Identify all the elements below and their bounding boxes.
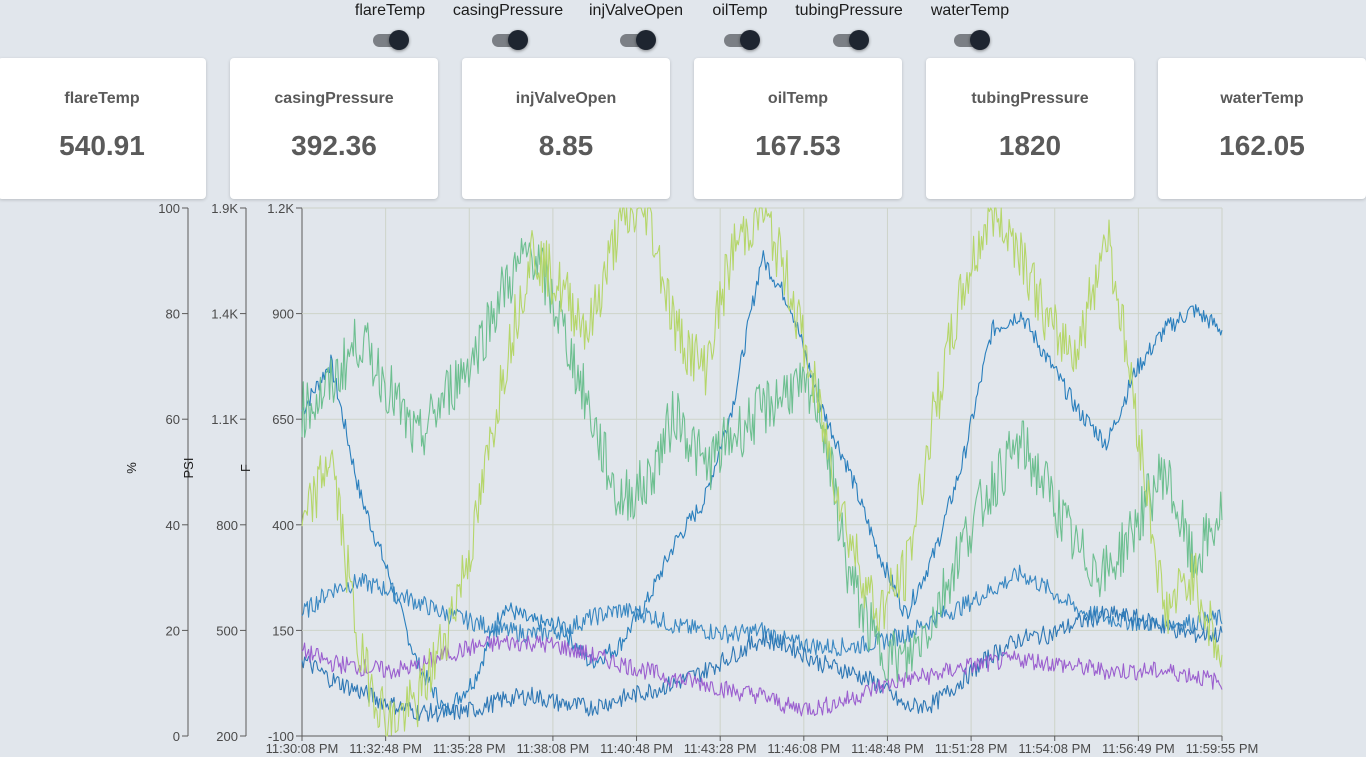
time-series-chart[interactable]: 020406080100%2005008001.1K1.4K1.9KPSI-10… bbox=[0, 200, 1366, 757]
oiltemp-switch[interactable] bbox=[724, 30, 760, 50]
x-tick-label: 11:35:28 PM bbox=[433, 741, 506, 756]
switch-knob bbox=[636, 30, 656, 50]
card-value: 8.85 bbox=[538, 130, 594, 161]
y-tick-label-percent: 80 bbox=[166, 307, 180, 322]
toggle-label: oilTemp bbox=[712, 2, 768, 19]
y-axis-title-psi: PSI bbox=[181, 458, 196, 479]
metric-card-casingpressure: casingPressure 392.36 bbox=[230, 58, 438, 199]
x-tick-label: 11:43:28 PM bbox=[684, 741, 757, 756]
x-tick-label: 11:38:08 PM bbox=[517, 741, 590, 756]
y-axis-title-percent: % bbox=[124, 462, 139, 474]
switch-knob bbox=[389, 30, 409, 50]
x-tick-label: 11:48:48 PM bbox=[851, 741, 924, 756]
y-tick-label-percent: 20 bbox=[166, 623, 180, 638]
toggle-label: flareTemp bbox=[354, 2, 426, 19]
casingpressure-switch[interactable] bbox=[492, 30, 528, 50]
x-tick-label: 11:30:08 PM bbox=[266, 741, 339, 756]
y-tick-label-f: 650 bbox=[272, 412, 294, 427]
y-tick-label-percent: 100 bbox=[158, 201, 180, 216]
switch-knob bbox=[740, 30, 760, 50]
metric-card-injvalveopen: injValveOpen 8.85 bbox=[462, 58, 670, 199]
card-value: 540.91 bbox=[59, 130, 145, 161]
card-title: oilTemp bbox=[767, 90, 829, 107]
watertemp-switch[interactable] bbox=[954, 30, 990, 50]
toggle-label: waterTemp bbox=[930, 2, 1010, 19]
y-tick-label-psi: 800 bbox=[216, 518, 238, 533]
toggle-label: injValveOpen bbox=[589, 2, 683, 19]
y-tick-label-psi: 1.4K bbox=[211, 307, 238, 322]
series-toggle-bar: flareTemp casingPressure injValveOpen oi… bbox=[0, 0, 1366, 56]
switch-knob bbox=[849, 30, 869, 50]
y-tick-label-percent: 40 bbox=[166, 518, 180, 533]
card-title: tubingPressure bbox=[971, 90, 1089, 107]
y-axis-title-f: F bbox=[238, 464, 253, 472]
injvalveopen-switch[interactable] bbox=[620, 30, 656, 50]
card-value: 392.36 bbox=[291, 130, 377, 161]
x-tick-label: 11:51:28 PM bbox=[935, 741, 1008, 756]
metric-card-tubingpressure: tubingPressure 1820 bbox=[926, 58, 1134, 199]
y-tick-label-f: 900 bbox=[272, 307, 294, 322]
metric-card-oiltemp: oilTemp 167.53 bbox=[694, 58, 902, 199]
card-value: 167.53 bbox=[755, 130, 841, 161]
y-tick-label-percent: 60 bbox=[166, 412, 180, 427]
y-tick-label-f: 400 bbox=[272, 518, 294, 533]
card-title: waterTemp bbox=[1220, 90, 1304, 107]
metric-card-watertemp: waterTemp 162.05 bbox=[1158, 58, 1366, 199]
y-tick-label-percent: 0 bbox=[173, 729, 180, 744]
card-title: injValveOpen bbox=[515, 90, 617, 107]
x-tick-label: 11:46:08 PM bbox=[767, 741, 840, 756]
metric-card-flaretemp: flareTemp 540.91 bbox=[0, 58, 206, 199]
y-tick-label-f: 1.2K bbox=[267, 201, 294, 216]
x-tick-label: 11:32:48 PM bbox=[349, 741, 422, 756]
y-tick-label-f: 150 bbox=[272, 623, 294, 638]
card-title: flareTemp bbox=[64, 90, 140, 107]
y-tick-label-psi: 500 bbox=[216, 623, 238, 638]
flaretemp-switch[interactable] bbox=[373, 30, 409, 50]
y-tick-label-psi: 1.9K bbox=[211, 201, 238, 216]
x-tick-label: 11:59:55 PM bbox=[1186, 741, 1259, 756]
x-tick-label: 11:56:49 PM bbox=[1102, 741, 1175, 756]
switch-knob bbox=[970, 30, 990, 50]
card-value: 1820 bbox=[998, 130, 1062, 161]
y-tick-label-psi: 1.1K bbox=[211, 412, 238, 427]
card-value: 162.05 bbox=[1219, 130, 1305, 161]
tubingpressure-switch[interactable] bbox=[833, 30, 869, 50]
toggle-label: tubingPressure bbox=[795, 2, 903, 19]
x-tick-label: 11:54:08 PM bbox=[1018, 741, 1091, 756]
y-tick-label-psi: 200 bbox=[216, 729, 238, 744]
x-tick-label: 11:40:48 PM bbox=[600, 741, 673, 756]
card-title: casingPressure bbox=[274, 90, 394, 107]
switch-knob bbox=[508, 30, 528, 50]
toggle-label: casingPressure bbox=[452, 2, 564, 19]
